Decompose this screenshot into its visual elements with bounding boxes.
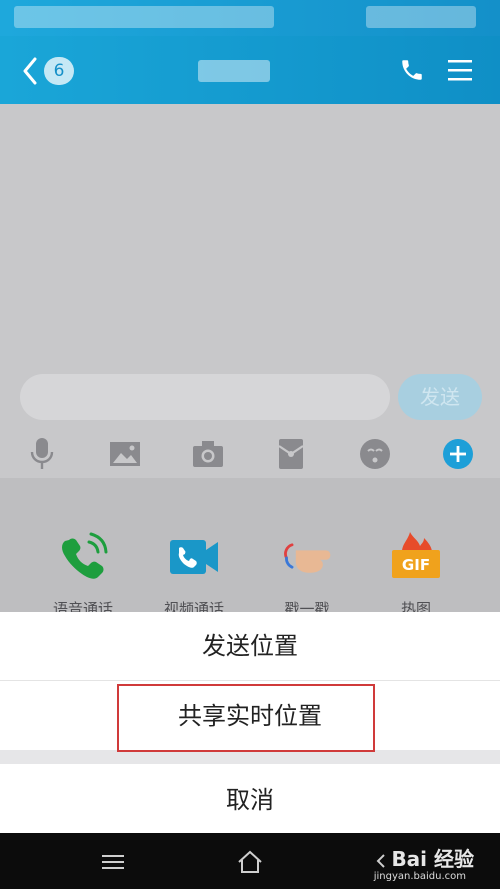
poke-icon — [279, 528, 335, 584]
sheet-separator — [0, 750, 500, 764]
video-call-icon — [166, 528, 222, 584]
highlight-annotation-box — [117, 684, 375, 752]
red-packet-icon — [278, 439, 304, 469]
chat-title-bar: 6 — [0, 36, 500, 104]
red-packet-button[interactable] — [273, 436, 309, 472]
microphone-icon — [30, 438, 54, 469]
image-icon — [110, 442, 140, 466]
more-plus-button[interactable] — [440, 436, 476, 472]
unread-badge: 6 — [44, 57, 74, 85]
voice-call-icon — [55, 528, 111, 584]
watermark-logo: Bai 经验 — [391, 847, 474, 871]
status-blur-right — [366, 6, 476, 28]
image-button[interactable] — [107, 436, 143, 472]
emoji-button[interactable] — [357, 436, 393, 472]
svg-text:GIF: GIF — [402, 556, 430, 574]
send-location-option[interactable]: 发送位置 — [0, 612, 500, 681]
cancel-option[interactable]: 取消 — [0, 764, 500, 833]
voice-input-button[interactable] — [24, 436, 60, 472]
status-blur-left — [14, 6, 274, 28]
app-poke[interactable]: 戳一戳 — [257, 528, 357, 619]
app-voice-call[interactable]: 语音通话 — [33, 528, 133, 619]
app-video-call[interactable]: 视频通话 — [144, 528, 244, 619]
emoji-icon — [360, 439, 390, 469]
watermark-url: jingyan.baidu.com — [373, 871, 466, 882]
more-menu-button[interactable] — [442, 52, 478, 88]
camera-icon — [193, 441, 223, 467]
menu-icon — [448, 60, 472, 81]
menu-icon — [102, 855, 124, 869]
gif-icon: GIF — [388, 528, 444, 584]
back-chevron-icon — [23, 57, 37, 85]
back-button[interactable]: 6 — [22, 54, 82, 88]
message-input[interactable] — [20, 374, 390, 420]
system-nav-bar: Bai 经验 jingyan.baidu.com — [0, 833, 500, 889]
extension-panel: 语音通话 视频通话 戳一戳 GIF 热图 — [0, 478, 500, 618]
home-icon — [238, 850, 262, 873]
status-bar — [0, 0, 500, 36]
chat-title-blurred — [198, 60, 270, 82]
app-hot-gif[interactable]: GIF 热图 — [366, 528, 466, 619]
input-row: 发送 — [0, 362, 500, 432]
send-button[interactable]: 发送 — [398, 374, 482, 420]
phone-icon — [402, 60, 422, 80]
plus-icon — [443, 439, 473, 469]
camera-button[interactable] — [190, 436, 226, 472]
nav-menu-button[interactable] — [96, 845, 130, 879]
nav-home-button[interactable] — [233, 845, 267, 879]
chat-message-area[interactable] — [0, 104, 500, 362]
call-button[interactable] — [394, 52, 430, 88]
tool-row — [0, 432, 500, 478]
